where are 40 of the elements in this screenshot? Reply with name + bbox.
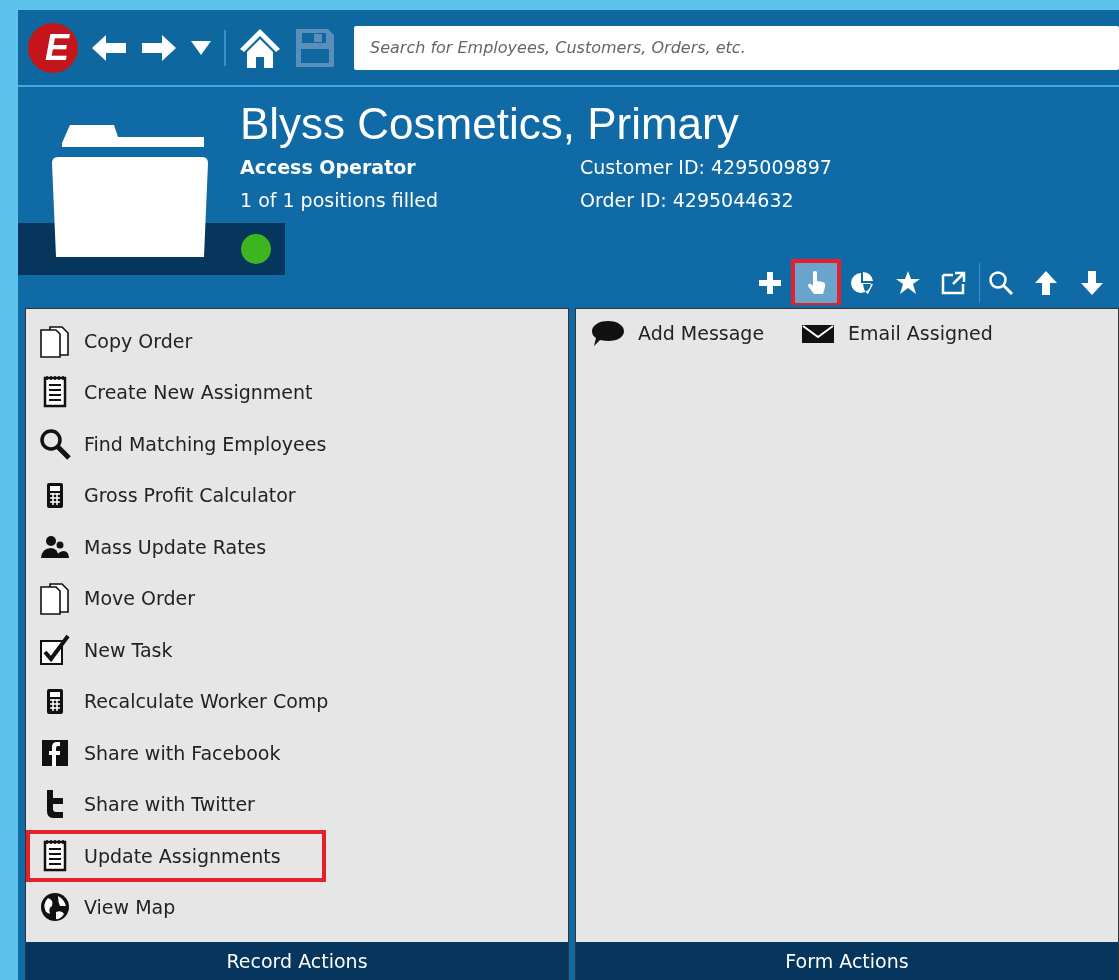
action-item[interactable]: Share with Twitter: [26, 778, 326, 830]
action-item[interactable]: View Map: [26, 881, 326, 933]
action-item[interactable]: Email Assigned: [800, 319, 993, 347]
record-title: Blyss Cosmetics, Primary: [240, 99, 740, 149]
positions-filled: 1 of 1 positions filled: [240, 188, 440, 213]
plus-icon: [757, 270, 783, 296]
search-field[interactable]: Search for Employees, Customers, Orders, etc.: [354, 25, 1119, 70]
pie-icon: [849, 270, 875, 296]
action-item[interactable]: Share with Facebook: [26, 727, 326, 779]
folder-icon: [52, 125, 208, 257]
external-link-icon: [941, 270, 967, 296]
order-id: Order ID: 4295044632: [580, 188, 795, 213]
action-item[interactable]: New Task: [26, 624, 326, 676]
document-icon: [38, 581, 72, 616]
home-icon[interactable]: [238, 26, 282, 69]
search-icon: [987, 270, 1014, 296]
forward-icon[interactable]: [140, 32, 178, 63]
action-item[interactable]: Recalculate Worker Comp: [26, 675, 326, 727]
back-icon[interactable]: [90, 32, 128, 63]
logo-icon[interactable]: E: [28, 22, 78, 73]
search-icon: [38, 426, 72, 461]
down-arrow-icon: [1079, 270, 1105, 296]
action-item[interactable]: Mass Update Rates: [26, 521, 326, 573]
action-item[interactable]: Gross Profit Calculator: [26, 469, 326, 521]
panel-footer: Record Actions: [26, 942, 568, 980]
action-item[interactable]: Move Order: [26, 572, 326, 624]
document-icon: [38, 323, 72, 358]
speech-bubble-icon: [590, 319, 626, 347]
action-item[interactable]: Find Matching Employees: [26, 418, 326, 470]
star-icon: [895, 270, 921, 296]
position-name: Access Operator: [240, 155, 417, 180]
customer-id: Customer ID: 4295009897: [580, 155, 833, 180]
action-item[interactable]: Add Message: [590, 319, 765, 347]
panel-footer: Form Actions: [576, 942, 1118, 980]
action-item[interactable]: Copy Order: [26, 315, 326, 367]
action-item[interactable]: Update Assignments: [26, 830, 326, 882]
up-arrow-icon: [1033, 270, 1059, 296]
dropdown-icon[interactable]: [190, 39, 212, 56]
checkbox-icon: [38, 632, 72, 667]
action-item[interactable]: Create New Assignment: [26, 366, 326, 418]
